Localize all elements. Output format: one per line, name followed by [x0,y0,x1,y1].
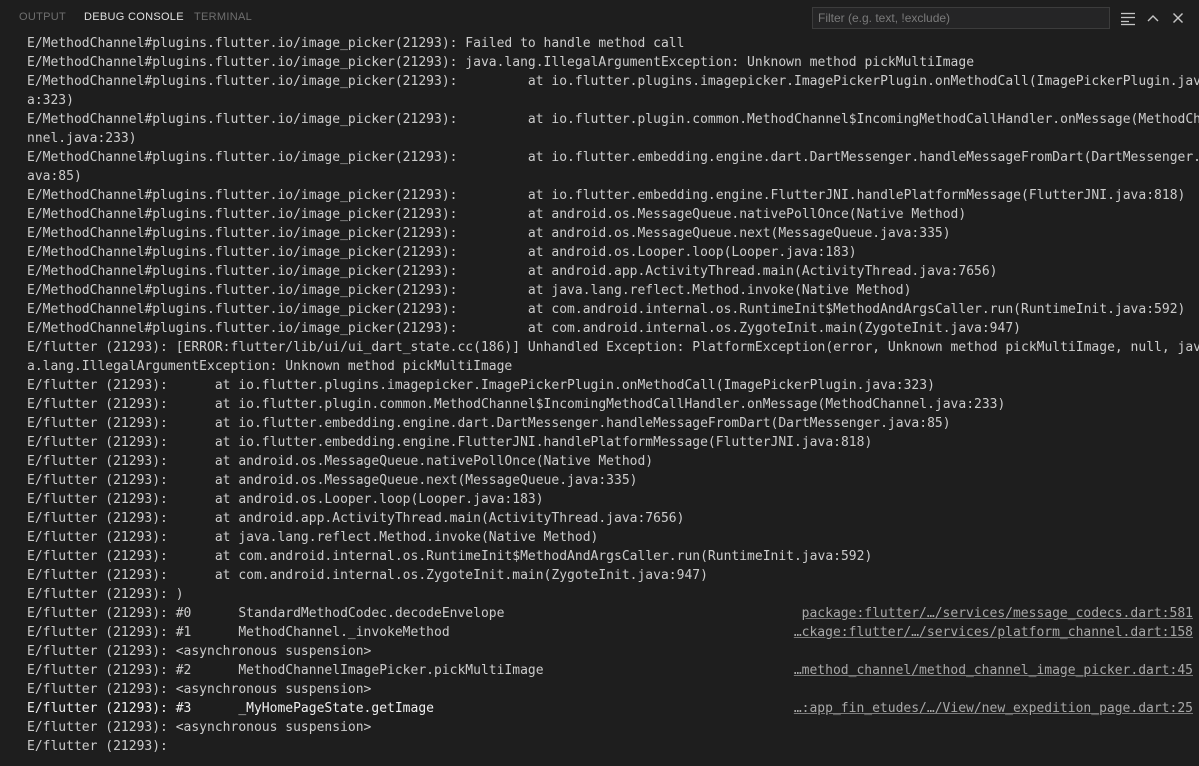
console-line: E/flutter (21293): #1 MethodChannel._inv… [27,623,1199,642]
console-line: E/flutter (21293): at android.os.Message… [27,471,1199,490]
source-file-link[interactable]: …method_channel/method_channel_image_pic… [794,661,1193,680]
console-line: E/flutter (21293): at io.flutter.embeddi… [27,414,1199,433]
tab-terminal[interactable]: TERMINAL [194,11,252,23]
console-line: E/MethodChannel#plugins.flutter.io/image… [27,300,1199,319]
console-line: E/flutter (21293): [27,737,1199,756]
word-wrap-icon[interactable] [1118,8,1138,28]
console-line: E/MethodChannel#plugins.flutter.io/image… [27,205,1199,224]
console-line: E/MethodChannel#plugins.flutter.io/image… [27,243,1199,262]
console-line: E/flutter (21293): ) [27,585,1199,604]
console-line: E/MethodChannel#plugins.flutter.io/image… [27,53,1199,72]
console-line-text: ava:85) [27,169,82,184]
console-line-text: E/MethodChannel#plugins.flutter.io/image… [27,302,1186,317]
console-line: E/MethodChannel#plugins.flutter.io/image… [27,319,1199,338]
console-line: E/flutter (21293): at android.os.Looper.… [27,490,1199,509]
tab-output[interactable]: OUTPUT [19,11,66,23]
tab-debug-console[interactable]: DEBUG CONSOLE [84,11,184,23]
filter-input[interactable] [812,7,1110,29]
console-line: E/MethodChannel#plugins.flutter.io/image… [27,34,1199,53]
console-line-text: E/MethodChannel#plugins.flutter.io/image… [27,245,857,260]
console-line: E/MethodChannel#plugins.flutter.io/image… [27,148,1199,167]
console-line: E/flutter (21293): <asynchronous suspens… [27,680,1199,699]
console-line: E/MethodChannel#plugins.flutter.io/image… [27,224,1199,243]
console-line-text: E/flutter (21293): at java.lang.reflect.… [27,530,599,545]
console-line: E/flutter (21293): at java.lang.reflect.… [27,528,1199,547]
console-line-text: E/flutter (21293): [ERROR:flutter/lib/ui… [27,340,1199,355]
console-line-text: E/flutter (21293): at android.os.Looper.… [27,492,544,507]
console-line-text: E/flutter (21293): [27,739,168,754]
console-line: E/MethodChannel#plugins.flutter.io/image… [27,262,1199,281]
console-line-text: E/MethodChannel#plugins.flutter.io/image… [27,207,967,222]
console-line-text: E/flutter (21293): <asynchronous suspens… [27,682,372,697]
console-line-text: E/MethodChannel#plugins.flutter.io/image… [27,74,1199,89]
console-line-text: E/flutter (21293): at android.app.Activi… [27,511,685,526]
console-line: E/MethodChannel#plugins.flutter.io/image… [27,72,1199,91]
close-icon[interactable] [1168,8,1188,28]
console-line: E/flutter (21293): at android.os.Message… [27,452,1199,471]
console-line: E/flutter (21293): at io.flutter.plugins… [27,376,1199,395]
console-line: E/flutter (21293): at io.flutter.plugin.… [27,395,1199,414]
console-line-text: E/flutter (21293): at com.android.intern… [27,568,708,583]
console-line-text: E/flutter (21293): ) [27,587,184,602]
chevron-up-icon[interactable] [1143,8,1163,28]
console-line: E/flutter (21293): [ERROR:flutter/lib/ui… [27,338,1199,357]
console-line: E/MethodChannel#plugins.flutter.io/image… [27,281,1199,300]
console-line-text: E/MethodChannel#plugins.flutter.io/image… [27,55,975,70]
source-file-link[interactable]: …:app_fin_etudes/…/View/new_expedition_p… [794,699,1193,718]
console-line: nnel.java:233) [27,129,1199,148]
panel-tabs-bar: OUTPUT DEBUG CONSOLE TERMINAL [0,0,1199,34]
console-line: E/flutter (21293): #0 StandardMethodCode… [27,604,1199,623]
console-line: a.lang.IllegalArgumentException: Unknown… [27,357,1199,376]
console-line-text: E/flutter (21293): at com.android.intern… [27,549,873,564]
console-line: ava:85) [27,167,1199,186]
console-line-text: E/MethodChannel#plugins.flutter.io/image… [27,283,912,298]
console-line: E/flutter (21293): at io.flutter.embeddi… [27,433,1199,452]
console-line-text: E/MethodChannel#plugins.flutter.io/image… [27,112,1199,127]
console-line-text: E/flutter (21293): at android.os.Message… [27,454,654,469]
source-file-link[interactable]: …ckage:flutter/…/services/platform_chann… [794,623,1193,642]
console-line: E/MethodChannel#plugins.flutter.io/image… [27,110,1199,129]
debug-console-output[interactable]: E/MethodChannel#plugins.flutter.io/image… [27,34,1199,766]
console-line: E/flutter (21293): at com.android.intern… [27,566,1199,585]
console-line-text: E/flutter (21293): at io.flutter.plugin.… [27,397,1006,412]
console-line: a:323) [27,91,1199,110]
console-line-text: E/flutter (21293): #2 MethodChannelImage… [27,663,544,678]
console-line-text: nnel.java:233) [27,131,137,146]
console-line-text: E/flutter (21293): #0 StandardMethodCode… [27,606,505,621]
console-line-text: E/MethodChannel#plugins.flutter.io/image… [27,150,1199,165]
console-line-text: E/MethodChannel#plugins.flutter.io/image… [27,264,998,279]
console-line: E/flutter (21293): <asynchronous suspens… [27,718,1199,737]
console-line-text: E/flutter (21293): #3 _MyHomePageState.g… [27,701,434,716]
console-line-text: E/flutter (21293): at io.flutter.embeddi… [27,435,873,450]
console-line-text: E/flutter (21293): at io.flutter.embeddi… [27,416,951,431]
console-line-text: E/flutter (21293): <asynchronous suspens… [27,720,372,735]
console-line-text: E/flutter (21293): <asynchronous suspens… [27,644,372,659]
console-line: E/flutter (21293): at com.android.intern… [27,547,1199,566]
console-line-text: E/MethodChannel#plugins.flutter.io/image… [27,321,1021,336]
console-line-text: a:323) [27,93,74,108]
console-line-text: E/MethodChannel#plugins.flutter.io/image… [27,188,1186,203]
console-line-text: E/flutter (21293): at io.flutter.plugins… [27,378,935,393]
console-line: E/flutter (21293): #3 _MyHomePageState.g… [27,699,1199,718]
console-line: E/flutter (21293): #2 MethodChannelImage… [27,661,1199,680]
console-line-text: E/MethodChannel#plugins.flutter.io/image… [27,36,685,51]
console-line: E/flutter (21293): at android.app.Activi… [27,509,1199,528]
console-line: E/flutter (21293): <asynchronous suspens… [27,642,1199,661]
console-line-text: E/flutter (21293): at android.os.Message… [27,473,638,488]
console-line-text: E/MethodChannel#plugins.flutter.io/image… [27,226,951,241]
debug-panel: OUTPUT DEBUG CONSOLE TERMINAL E/MethodCh… [0,0,1199,766]
source-file-link[interactable]: package:flutter/…/services/message_codec… [802,604,1193,623]
console-line-text: a.lang.IllegalArgumentException: Unknown… [27,359,513,374]
console-line: E/MethodChannel#plugins.flutter.io/image… [27,186,1199,205]
console-line-text: E/flutter (21293): #1 MethodChannel._inv… [27,625,450,640]
